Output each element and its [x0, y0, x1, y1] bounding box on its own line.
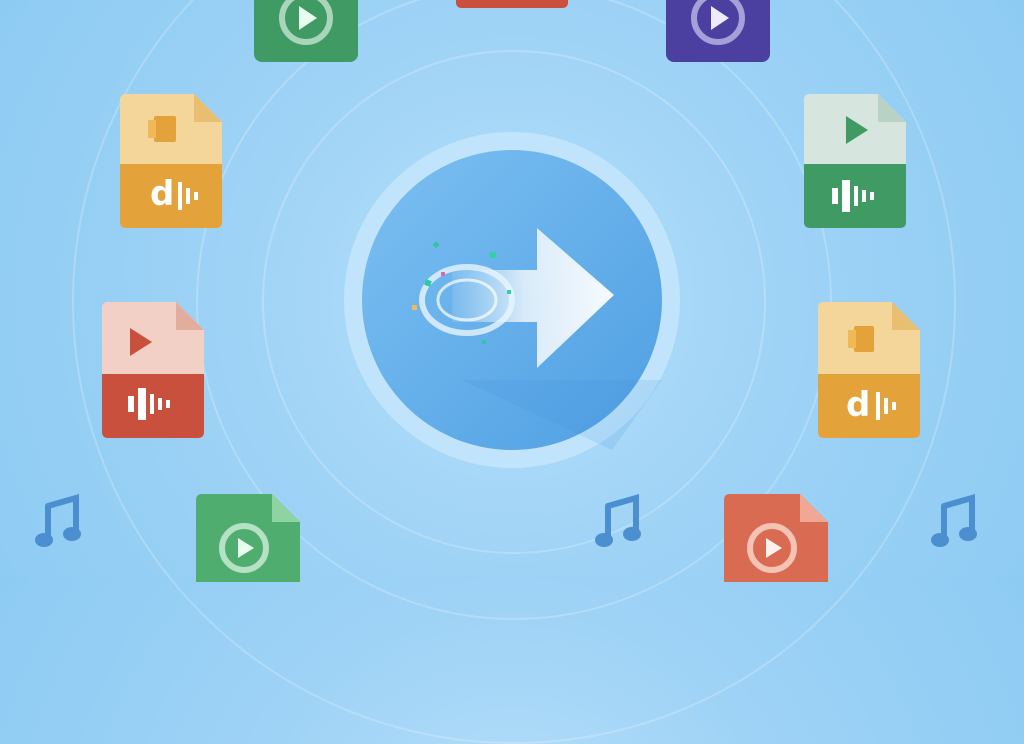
- music-note-icon: [35, 494, 81, 547]
- media-file-icon: [456, 0, 568, 8]
- convert-arrow-icon: [344, 132, 680, 468]
- audio-file-icon: d: [818, 302, 920, 438]
- video-file-icon: [666, 0, 770, 62]
- svg-text:d: d: [150, 174, 174, 214]
- svg-text:d: d: [846, 385, 870, 425]
- music-note-icon: [931, 494, 977, 547]
- conversion-scene: d d: [0, 0, 1024, 744]
- video-file-icon: [196, 494, 300, 582]
- audio-file-icon: d: [120, 94, 222, 228]
- convert-button[interactable]: [342, 130, 682, 470]
- video-file-icon: [102, 302, 204, 438]
- video-file-icon: [724, 494, 828, 582]
- music-note-icon: [595, 494, 641, 547]
- video-file-icon: [804, 94, 906, 228]
- video-file-icon: [254, 0, 358, 62]
